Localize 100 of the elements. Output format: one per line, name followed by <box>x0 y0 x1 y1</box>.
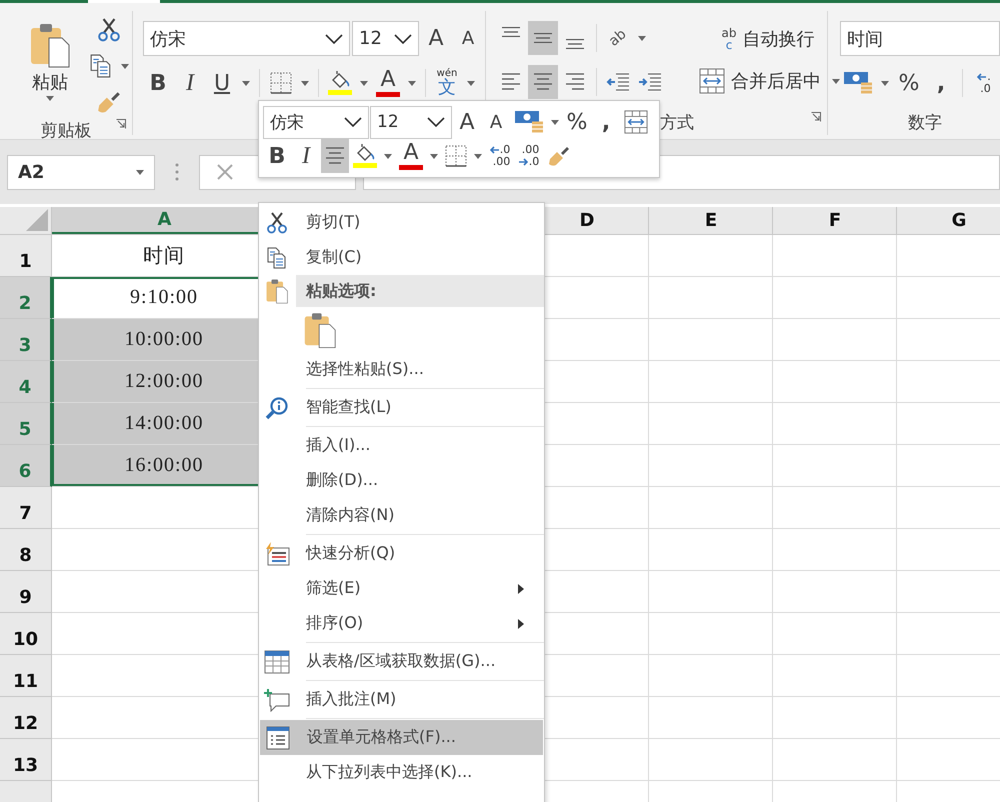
border-icon <box>270 72 292 94</box>
merge-center-button[interactable]: 合并后居中 <box>693 63 827 99</box>
row-header[interactable]: 4 <box>0 361 52 403</box>
row-header[interactable]: 12 <box>0 697 52 739</box>
decrease-indent-icon <box>606 71 630 93</box>
comma-style-button[interactable]: , <box>926 66 956 100</box>
row-header[interactable]: 2 <box>0 277 52 319</box>
row-header[interactable]: 1 <box>0 235 52 277</box>
group-label: 数字 <box>908 112 942 134</box>
caret-icon <box>832 78 840 84</box>
percent-style-button[interactable]: % <box>894 66 924 100</box>
clipboard-icon <box>30 22 70 68</box>
copy-icon <box>89 54 113 78</box>
quick-analysis-icon <box>264 542 290 566</box>
row-header[interactable]: 9 <box>0 571 52 613</box>
caret-icon <box>136 170 144 174</box>
submenu-arrow-icon <box>518 584 524 594</box>
menu-item[interactable]: 筛选(E) <box>259 571 544 606</box>
decrease-font-button[interactable]: A <box>482 105 510 139</box>
arrow-right-icon <box>518 158 528 166</box>
merge-cells-icon <box>699 68 725 94</box>
menu-item[interactable]: 快速分析(Q) <box>259 536 544 571</box>
dialog-launcher-icon[interactable] <box>116 119 126 129</box>
comma-style-button[interactable]: , <box>592 105 620 139</box>
orientation-button[interactable]: ab <box>603 21 633 55</box>
caret-icon <box>881 80 889 86</box>
italic-button[interactable]: I <box>292 139 320 173</box>
scissors-icon <box>97 18 121 42</box>
clipboard-icon <box>304 310 336 348</box>
font-color-button[interactable]: A <box>396 139 426 173</box>
chevron-down-icon <box>344 117 362 127</box>
table-icon <box>264 650 290 674</box>
increase-decimal-button[interactable]: .0 .00 <box>486 139 514 173</box>
group-label: 剪贴板 <box>40 120 92 139</box>
caret-icon <box>551 120 559 124</box>
font-color-button[interactable]: A <box>373 66 403 100</box>
format-cells-icon <box>266 726 290 750</box>
align-top-icon <box>502 27 520 37</box>
row-header[interactable]: 7 <box>0 487 52 529</box>
row-header[interactable]: 6 <box>0 445 52 487</box>
align-button[interactable] <box>528 21 558 55</box>
font-size-dropdown[interactable]: 12 <box>352 21 419 56</box>
caret-icon <box>467 80 475 86</box>
paste-button[interactable] <box>304 310 336 348</box>
caret-icon <box>408 80 416 86</box>
align-button[interactable] <box>321 139 349 173</box>
arrow-left-icon <box>490 146 499 154</box>
decrease-font-button[interactable]: A <box>453 22 483 56</box>
bold-button[interactable]: B <box>263 139 291 173</box>
dialog-launcher-icon[interactable] <box>811 112 821 122</box>
menu-item[interactable]: 从表格/区域获取数据(G)... <box>259 644 544 679</box>
brush-icon <box>547 144 571 168</box>
column-header[interactable]: G <box>897 207 1000 234</box>
column-header[interactable]: E <box>649 207 773 234</box>
increase-font-button[interactable]: A <box>453 105 481 139</box>
menu-item[interactable]: 清除内容(N) <box>259 498 544 533</box>
chevron-down-icon <box>394 34 412 44</box>
submenu-arrow-icon <box>518 618 524 628</box>
row-header[interactable]: 13 <box>0 739 52 781</box>
row-header[interactable]: 10 <box>0 613 52 655</box>
paste-button[interactable]: 粘贴 <box>18 11 82 111</box>
menu-item[interactable]: 从下拉列表中选择(K)... <box>259 755 544 790</box>
row-header[interactable]: 5 <box>0 403 52 445</box>
caret-icon <box>242 80 250 86</box>
drag-handle-icon[interactable] <box>175 163 179 181</box>
number-format-dropdown[interactable]: 时间 <box>840 21 1000 56</box>
paint-bucket-icon <box>328 71 352 95</box>
row-header[interactable]: 3 <box>0 319 52 361</box>
menu-item[interactable]: 设置单元格格式(F)... <box>260 720 543 755</box>
menu-item[interactable]: 插入批注(M) <box>259 682 544 717</box>
row-header[interactable]: 11 <box>0 655 52 697</box>
accounting-format-icon <box>843 70 873 96</box>
accounting-format-icon <box>514 109 544 135</box>
chevron-down-icon <box>427 117 445 127</box>
increase-indent-icon <box>638 71 662 93</box>
align-middle-icon <box>534 33 552 43</box>
caret-icon <box>430 154 438 158</box>
increase-font-button[interactable]: A <box>421 22 451 56</box>
font-name-dropdown[interactable]: 仿宋 <box>263 106 369 138</box>
scissors-icon <box>266 212 288 234</box>
font-size-dropdown[interactable]: 12 <box>370 106 452 138</box>
caret-icon <box>474 154 482 158</box>
column-header[interactable]: F <box>773 207 897 234</box>
menu-item[interactable]: 排序(O) <box>259 606 544 641</box>
row-header[interactable]: 8 <box>0 529 52 571</box>
italic-button[interactable]: I <box>175 66 205 100</box>
name-box[interactable]: A2 <box>7 154 155 190</box>
underline-button[interactable]: U <box>207 66 237 100</box>
decrease-decimal-button[interactable]: .00 .0 <box>515 139 543 173</box>
add-comment-icon <box>264 688 290 712</box>
caret-icon <box>638 36 646 40</box>
align-button[interactable] <box>528 65 558 99</box>
caret-icon <box>121 64 129 68</box>
increase-decimal-button[interactable]: . .0 <box>969 66 999 100</box>
phonetic-guide-button[interactable]: wén 文 <box>432 66 462 100</box>
copy-icon <box>266 246 288 268</box>
percent-style-button[interactable]: % <box>563 105 591 139</box>
font-name-dropdown[interactable]: 仿宋 <box>143 21 350 56</box>
caret-icon <box>301 80 309 86</box>
bold-button[interactable]: B <box>143 66 173 100</box>
